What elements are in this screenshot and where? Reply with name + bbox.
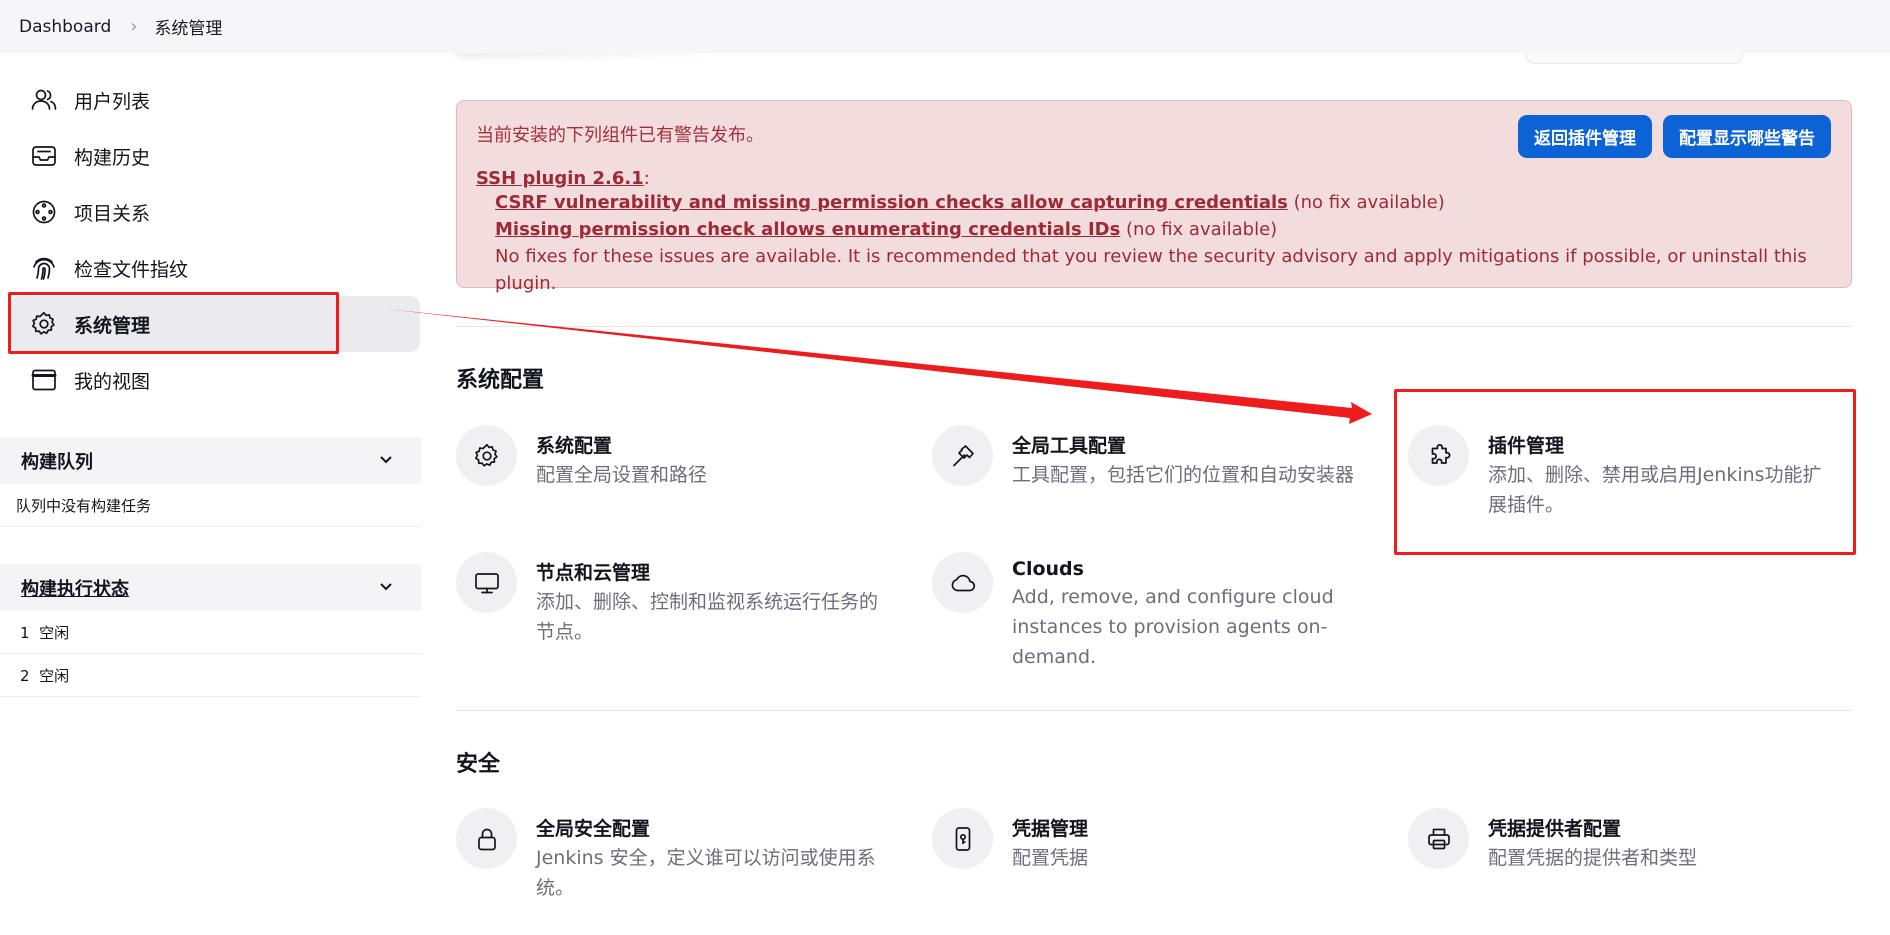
card-nodes-clouds[interactable]: 节点和云管理 添加、删除、控制和监视系统运行任务的节点。 bbox=[456, 552, 886, 647]
card-title: 系统配置 bbox=[536, 435, 613, 457]
sidebar-item-label: 用户列表 bbox=[74, 90, 151, 113]
card-plugin-manager[interactable]: 插件管理 添加、删除、禁用或启用Jenkins功能扩展插件。 bbox=[1408, 425, 1838, 520]
relationship-icon bbox=[32, 200, 56, 224]
puzzle-icon bbox=[1431, 443, 1450, 464]
build-queue-header[interactable]: 构建队列 bbox=[0, 437, 421, 484]
advisory-link-credential-ids[interactable]: Missing permission check allows enumerat… bbox=[495, 219, 1120, 240]
divider bbox=[456, 710, 1852, 711]
build-queue-empty: 队列中没有构建任务 bbox=[0, 484, 421, 527]
card-description: 配置凭据 bbox=[1012, 847, 1089, 869]
sidebar-item-label: 系统管理 bbox=[74, 314, 151, 337]
cloud-icon bbox=[951, 574, 975, 591]
divider bbox=[456, 326, 1852, 327]
card-title: 全局工具配置 bbox=[1012, 435, 1127, 457]
issue-note: (no fix available) bbox=[1287, 192, 1445, 213]
executor-row: 2 空闲 bbox=[0, 654, 421, 697]
executor-status-header[interactable]: 构建执行状态 bbox=[0, 564, 421, 611]
sidebar: 用户列表 构建历史 项目关系 检查文件指纹 系统管理 我的视图 bbox=[0, 72, 420, 408]
sidebar-item-project-relationship[interactable]: 项目关系 bbox=[0, 184, 420, 240]
card-title: Clouds bbox=[1012, 558, 1084, 580]
sidebar-item-label: 项目关系 bbox=[74, 202, 151, 225]
card-clouds[interactable]: Clouds Add, remove, and configure cloud … bbox=[932, 552, 1362, 672]
breadcrumb: Dashboard › 系统管理 bbox=[0, 0, 1890, 53]
section-title-system-config: 系统配置 bbox=[456, 368, 545, 393]
hammer-icon bbox=[952, 444, 974, 466]
card-credential-providers[interactable]: 凭据提供者配置 配置凭据的提供者和类型 bbox=[1408, 808, 1838, 873]
executor-status-title[interactable]: 构建执行状态 bbox=[21, 575, 129, 601]
card-description: Jenkins 安全，定义谁可以访问或使用系统。 bbox=[536, 847, 876, 899]
alert-footer: No fixes for these issues are available.… bbox=[495, 246, 1807, 294]
executor-status-panel: 构建执行状态 1 空闲 2 空闲 bbox=[0, 564, 421, 697]
window-icon bbox=[31, 369, 57, 391]
card-description: 添加、删除、控制和监视系统运行任务的节点。 bbox=[536, 591, 879, 643]
chevron-down-icon[interactable] bbox=[377, 450, 395, 472]
configure-warnings-button[interactable]: 配置显示哪些警告 bbox=[1663, 115, 1831, 158]
plugin-colon: : bbox=[643, 168, 650, 189]
sidebar-item-build-history[interactable]: 构建历史 bbox=[0, 128, 420, 184]
card-description: Add, remove, and configure cloud instanc… bbox=[1012, 586, 1334, 668]
card-title: 凭据管理 bbox=[1012, 818, 1089, 840]
printer-icon bbox=[1427, 828, 1450, 849]
sidebar-item-label: 我的视图 bbox=[74, 370, 151, 393]
back-to-plugin-manager-button[interactable]: 返回插件管理 bbox=[1518, 115, 1652, 158]
card-global-security[interactable]: 全局安全配置 Jenkins 安全，定义谁可以访问或使用系统。 bbox=[456, 808, 886, 903]
alert-buttons: 返回插件管理 配置显示哪些警告 bbox=[1518, 115, 1831, 158]
sidebar-item-manage-jenkins[interactable]: 系统管理 bbox=[10, 296, 420, 352]
breadcrumb-current[interactable]: 系统管理 bbox=[154, 14, 222, 39]
lock-icon bbox=[477, 828, 496, 850]
security-warning-alert: 当前安装的下列组件已有警告发布。 SSH plugin 2.6.1: CSRF … bbox=[456, 100, 1852, 294]
card-description: 工具配置，包括它们的位置和自动安装器 bbox=[1012, 464, 1355, 486]
plugin-link[interactable]: SSH plugin 2.6.1 bbox=[476, 168, 644, 189]
card-credentials[interactable]: 凭据管理 配置凭据 bbox=[932, 808, 1362, 873]
users-icon bbox=[31, 89, 57, 110]
section-title-security: 安全 bbox=[456, 752, 501, 777]
card-description: 配置凭据的提供者和类型 bbox=[1488, 847, 1698, 869]
chevron-down-icon[interactable] bbox=[377, 577, 395, 599]
gear-icon bbox=[31, 311, 55, 335]
sidebar-item-my-views[interactable]: 我的视图 bbox=[0, 352, 420, 408]
sidebar-item-label: 构建历史 bbox=[74, 146, 151, 169]
sidebar-item-fingerprint[interactable]: 检查文件指纹 bbox=[0, 240, 420, 296]
fingerprint-icon bbox=[33, 257, 55, 280]
issue-note: (no fix available) bbox=[1120, 219, 1278, 240]
gear-icon bbox=[474, 443, 498, 467]
card-system-config[interactable]: 系统配置 配置全局设置和路径 bbox=[456, 425, 886, 490]
inbox-icon bbox=[32, 146, 56, 166]
card-title: 插件管理 bbox=[1488, 435, 1565, 457]
sidebar-item-users[interactable]: 用户列表 bbox=[0, 72, 420, 128]
card-title: 节点和云管理 bbox=[536, 562, 651, 584]
card-description: 添加、删除、禁用或启用Jenkins功能扩展插件。 bbox=[1488, 464, 1822, 516]
alert-plugin-line: SSH plugin 2.6.1: bbox=[476, 168, 1832, 189]
monitor-icon bbox=[474, 572, 499, 593]
build-queue-panel: 构建队列 队列中没有构建任务 bbox=[0, 437, 421, 527]
phone-key-icon bbox=[955, 826, 970, 851]
card-description: 配置全局设置和路径 bbox=[536, 464, 708, 486]
sidebar-item-label: 检查文件指纹 bbox=[74, 258, 189, 281]
advisory-link-csrf[interactable]: CSRF vulnerability and missing permissio… bbox=[495, 192, 1288, 213]
alert-issue: Missing permission check allows enumerat… bbox=[495, 216, 1832, 243]
chevron-right-icon: › bbox=[130, 16, 138, 37]
card-title: 凭据提供者配置 bbox=[1488, 818, 1622, 840]
breadcrumb-dashboard[interactable]: Dashboard bbox=[19, 17, 111, 37]
build-queue-title: 构建队列 bbox=[21, 451, 93, 473]
card-global-tool-config[interactable]: 全局工具配置 工具配置，包括它们的位置和自动安装器 bbox=[932, 425, 1362, 490]
card-title: 全局安全配置 bbox=[536, 818, 651, 840]
executor-row: 1 空闲 bbox=[0, 611, 421, 654]
alert-issue: CSRF vulnerability and missing permissio… bbox=[495, 189, 1832, 216]
